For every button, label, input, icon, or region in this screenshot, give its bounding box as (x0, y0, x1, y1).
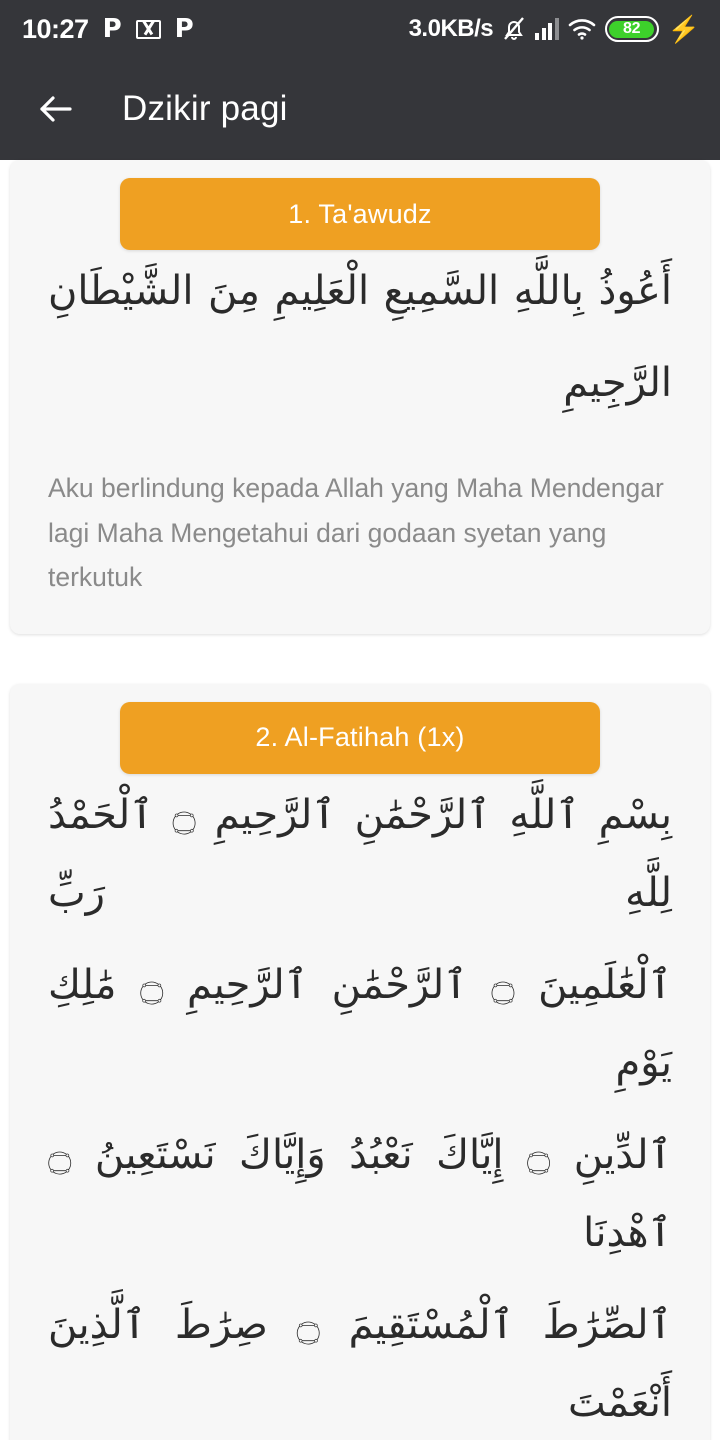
bell-muted-icon (502, 16, 526, 42)
dzikir-card: بِسْمِ ٱللَّهِ ٱلرَّحْمَٰنِ ٱلرَّحِيمِ ۝… (10, 683, 710, 1440)
arabic-line: الرَّجِيمِ (563, 360, 672, 406)
arabic-line: ٱلْعَٰلَمِينَ ۝ ٱلرَّحْمَٰنِ ٱلرَّحِيمِ … (48, 961, 672, 1086)
arabic-line: بِسْمِ ٱللَّهِ ٱلرَّحْمَٰنِ ٱلرَّحِيمِ ۝… (48, 791, 673, 916)
translation-text: Aku berlindung kepada Allah yang Maha Me… (48, 473, 664, 593)
status-bar: 10:27 P P 3.0KB/s 82 ⚡ (0, 0, 720, 58)
status-bar-left: 10:27 P P (22, 14, 194, 45)
status-bar-right: 3.0KB/s 82 ⚡ (409, 15, 700, 43)
battery-icon: 82 (604, 16, 659, 42)
signal-icon (535, 18, 559, 40)
arabic-line: ٱلدِّينِ ۝ إِيَّاكَ نَعْبُدُ وَإِيَّاكَ … (48, 1131, 672, 1256)
wifi-icon (568, 18, 596, 40)
p-icon: P (174, 14, 194, 44)
status-clock: 10:27 (22, 13, 89, 44)
dzikir-list[interactable]: 1. Ta'awudz أَعُوذُ بِاللَّهِ السَّمِيعِ… (0, 160, 720, 1440)
arabic-line: أَعُوذُ بِاللَّهِ السَّمِيعِ الْعَلِيمِ … (48, 268, 672, 314)
section-title-badge[interactable]: 2. Al-Fatihah (1x) (120, 701, 600, 774)
page-title: Dzikir pagi (122, 89, 288, 128)
back-arrow-icon[interactable] (36, 89, 76, 129)
arabic-line: ٱلصِّرَٰطَ ٱلْمُسْتَقِيمَ ۝ صِرَٰطَ ٱلَّ… (48, 1301, 672, 1426)
dzikir-section: 2. Al-Fatihah (1x) بِسْمِ ٱللَّهِ ٱلرَّح… (0, 683, 720, 1440)
charging-bolt-icon: ⚡ (667, 14, 700, 44)
app-bar: Dzikir pagi (0, 58, 720, 160)
network-speed-label: 3.0KB/s (408, 15, 494, 42)
dzikir-section: 1. Ta'awudz أَعُوذُ بِاللَّهِ السَّمِيعِ… (0, 160, 720, 634)
p-icon: P (102, 14, 122, 44)
battery-level-label: 82 (623, 20, 641, 37)
section-title-badge[interactable]: 1. Ta'awudz (120, 178, 600, 250)
gmail-icon (135, 19, 161, 39)
app-screen: 10:27 P P 3.0KB/s 82 ⚡ Dzikir pagi 1. Ta… (0, 0, 720, 1440)
